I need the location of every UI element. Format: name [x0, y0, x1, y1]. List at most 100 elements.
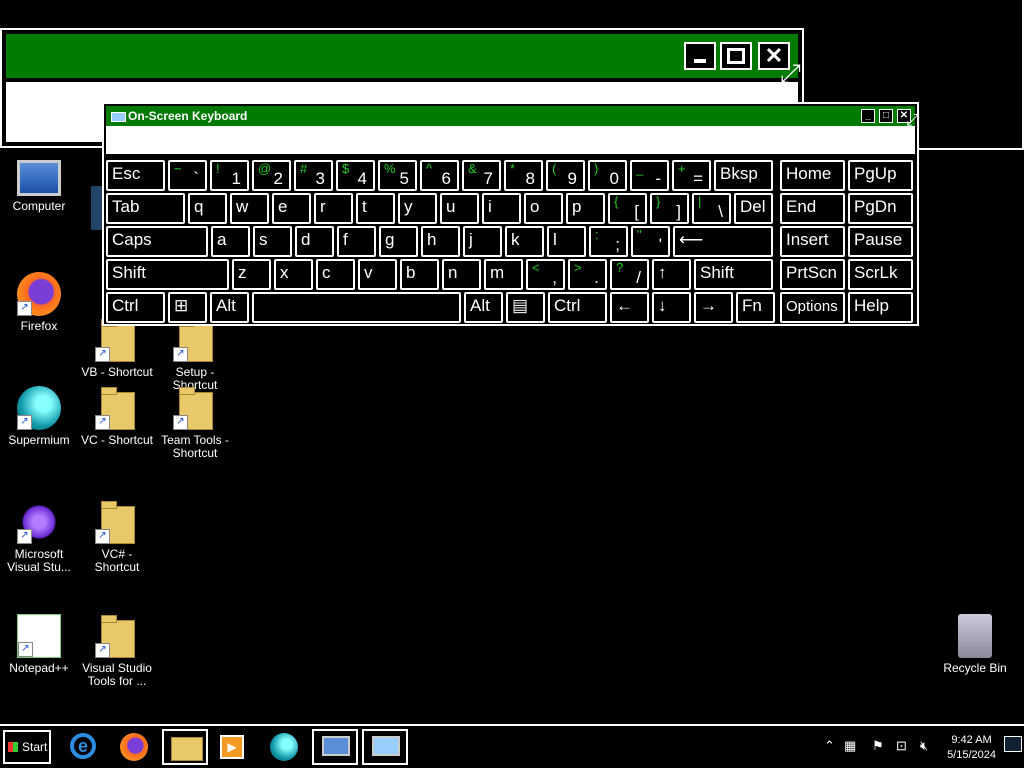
key-help[interactable]: Help: [848, 292, 913, 323]
key-z[interactable]: z: [232, 259, 271, 290]
osk-resize-icon[interactable]: ⤢: [906, 112, 919, 130]
key-1[interactable]: ! 1: [210, 160, 249, 191]
key-;[interactable]: :;: [589, 226, 628, 257]
key-m[interactable]: m: [484, 259, 523, 290]
key-4[interactable]: $4: [336, 160, 375, 191]
desktop-icon[interactable]: ↗ VB - Shortcut: [78, 318, 156, 379]
key-l[interactable]: l: [547, 226, 586, 257]
key-alt[interactable]: Alt: [210, 292, 249, 323]
key-shift[interactable]: Shift: [694, 259, 773, 290]
taskbar-media-player[interactable]: ▶: [212, 729, 258, 765]
key-t[interactable]: t: [356, 193, 395, 224]
system-clock[interactable]: 9:42 AM 5/15/2024: [947, 733, 996, 763]
key-alt[interactable]: Alt: [464, 292, 503, 323]
key-ctrl[interactable]: Ctrl: [106, 292, 165, 323]
volume-muted-icon[interactable]: 🔇︎: [920, 738, 928, 754]
desktop-icon[interactable]: ↗ Visual Studio Tools for ...: [78, 614, 156, 688]
key-caps[interactable]: Caps: [106, 226, 208, 257]
key-pgup[interactable]: PgUp: [848, 160, 913, 191]
key-=[interactable]: + =: [672, 160, 711, 191]
key-][interactable]: }]: [650, 193, 689, 224]
key-b[interactable]: b: [400, 259, 439, 290]
key-del[interactable]: Del: [734, 193, 773, 224]
desktop-icon[interactable]: ↗ Firefox: [0, 272, 78, 333]
key-insert[interactable]: Insert: [780, 226, 845, 257]
taskbar-internet-explorer[interactable]: e: [62, 729, 108, 765]
key-y[interactable]: y: [398, 193, 437, 224]
key-←[interactable]: ←: [610, 292, 649, 323]
key-scrlk[interactable]: ScrLk: [848, 259, 913, 290]
key-home[interactable]: Home: [780, 160, 845, 191]
key-`[interactable]: ~ `: [168, 160, 207, 191]
desktop-icon[interactable]: Computer: [0, 160, 78, 213]
start-button[interactable]: Start: [3, 730, 51, 764]
key-x[interactable]: x: [274, 259, 313, 290]
key-h[interactable]: h: [421, 226, 460, 257]
key-→[interactable]: →: [694, 292, 733, 323]
key-space[interactable]: [252, 292, 461, 323]
taskbar-on-screen-keyboard[interactable]: [362, 729, 408, 765]
key-3[interactable]: #3: [294, 160, 333, 191]
osk-titlebar[interactable]: On-Screen Keyboard _ □ ✕: [106, 106, 915, 126]
network-icon[interactable]: ⊡: [896, 738, 907, 754]
key-pgdn[interactable]: PgDn: [848, 193, 913, 224]
taskbar-supermium[interactable]: [262, 729, 308, 765]
minimize-button[interactable]: [684, 42, 716, 70]
key-g[interactable]: g: [379, 226, 418, 257]
key-.[interactable]: >.: [568, 259, 607, 290]
key-9[interactable]: (9: [546, 160, 585, 191]
action-center-icon[interactable]: ▦: [844, 738, 856, 754]
key-↓[interactable]: ↓: [652, 292, 691, 323]
desktop-icon[interactable]: ↗ Setup - Shortcut: [156, 318, 234, 392]
key-i[interactable]: i: [482, 193, 521, 224]
key-a[interactable]: a: [211, 226, 250, 257]
key-p[interactable]: p: [566, 193, 605, 224]
key-prtscn[interactable]: PrtScn: [780, 259, 845, 290]
taskbar-firefox[interactable]: [112, 729, 158, 765]
key-e[interactable]: e: [272, 193, 311, 224]
key-7[interactable]: & 7: [462, 160, 501, 191]
desktop-icon[interactable]: ↗ Supermium: [0, 386, 78, 447]
key-⟵[interactable]: ⟵: [673, 226, 773, 257]
desktop-icon[interactable]: ↗ VC# - Shortcut: [78, 500, 156, 574]
key-2[interactable]: @2: [252, 160, 291, 191]
background-window-titlebar[interactable]: ✕: [6, 34, 798, 78]
key-v[interactable]: v: [358, 259, 397, 290]
key--[interactable]: _ -: [630, 160, 669, 191]
key-↑[interactable]: ↑: [652, 259, 691, 290]
desktop-icon[interactable]: Recycle Bin: [936, 614, 1014, 675]
key-/[interactable]: ? /: [610, 259, 649, 290]
key-ctrl[interactable]: Ctrl: [548, 292, 607, 323]
key-⊞[interactable]: ⊞: [168, 292, 207, 323]
key-6[interactable]: ^ 6: [420, 160, 459, 191]
desktop-icon[interactable]: ↗ Notepad++: [0, 614, 78, 675]
key-fn[interactable]: Fn: [736, 292, 775, 323]
key-bksp[interactable]: Bksp: [714, 160, 773, 191]
key-f[interactable]: f: [337, 226, 376, 257]
key-c[interactable]: c: [316, 259, 355, 290]
flag-icon[interactable]: ⚑: [872, 738, 884, 754]
key-q[interactable]: q: [188, 193, 227, 224]
osk-minimize-button[interactable]: _: [861, 109, 875, 123]
key-o[interactable]: o: [524, 193, 563, 224]
osk-maximize-button[interactable]: □: [879, 109, 893, 123]
desktop-icon[interactable]: ↗ VC - Shortcut: [78, 386, 156, 447]
key-end[interactable]: End: [780, 193, 845, 224]
key-5[interactable]: % 5: [378, 160, 417, 191]
key-j[interactable]: j: [463, 226, 502, 257]
key-tab[interactable]: Tab: [106, 193, 185, 224]
show-hidden-icons-chevron-icon[interactable]: ⌃: [824, 738, 835, 754]
key-'[interactable]: " ': [631, 226, 670, 257]
key-,[interactable]: <,: [526, 259, 565, 290]
key-k[interactable]: k: [505, 226, 544, 257]
key-r[interactable]: r: [314, 193, 353, 224]
key-[[interactable]: {[: [608, 193, 647, 224]
key-u[interactable]: u: [440, 193, 479, 224]
taskbar-file-explorer[interactable]: [162, 729, 208, 765]
resize-arrow-icon[interactable]: ⤢: [780, 58, 801, 90]
key-n[interactable]: n: [442, 259, 481, 290]
key-s[interactable]: s: [253, 226, 292, 257]
key-8[interactable]: * 8: [504, 160, 543, 191]
key-esc[interactable]: Esc: [106, 160, 165, 191]
key-d[interactable]: d: [295, 226, 334, 257]
